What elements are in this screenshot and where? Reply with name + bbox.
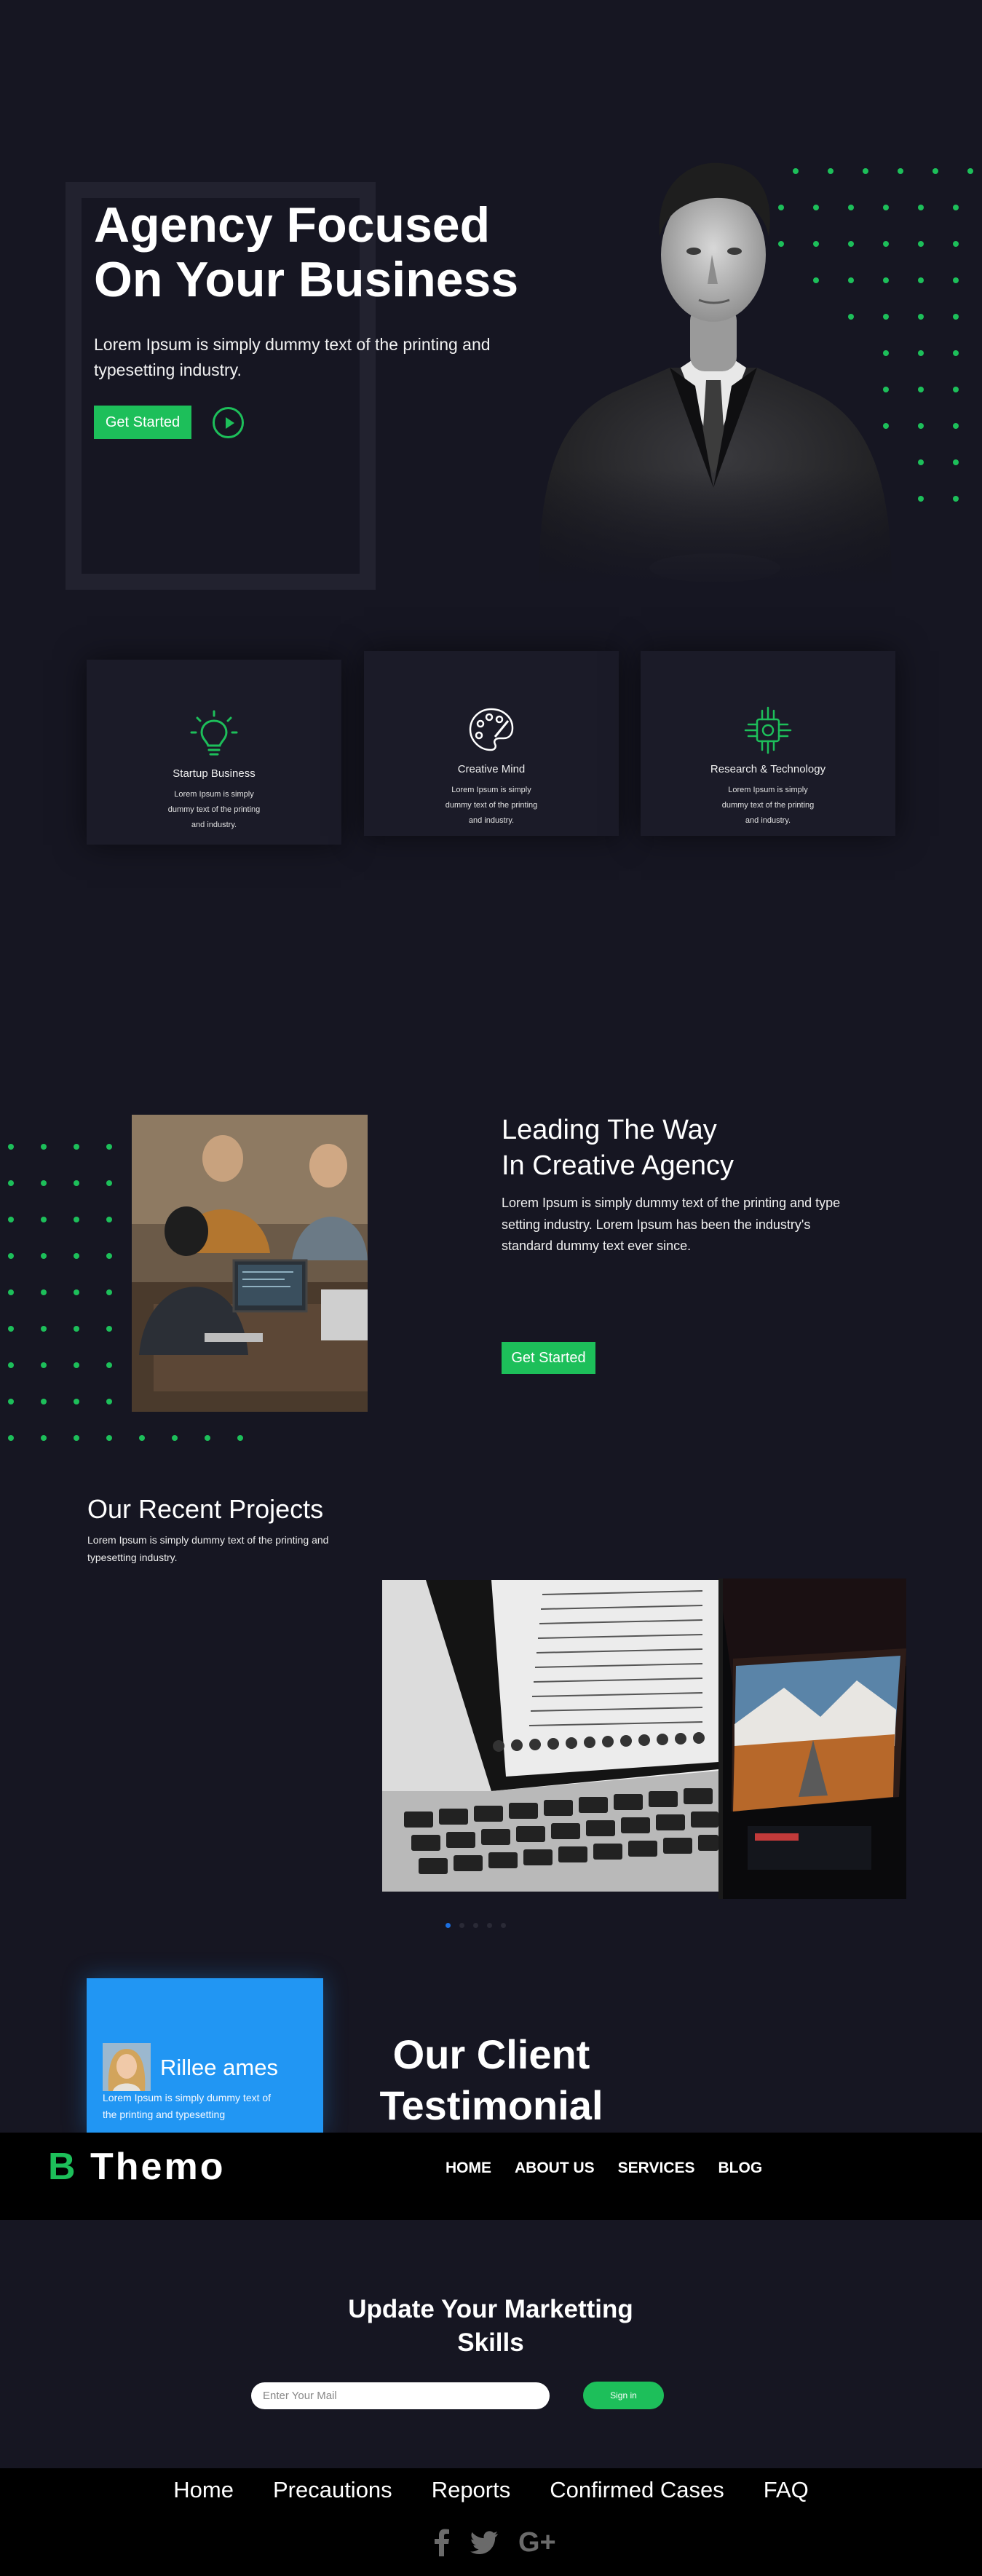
hero-dots-decoration (778, 168, 973, 502)
testimonial-text: Lorem Ipsum is simply dummy text of the … (103, 2092, 272, 2121)
carousel-dot[interactable] (459, 1923, 464, 1928)
carousel-dot[interactable] (487, 1923, 492, 1928)
footer-link-precautions[interactable]: Precautions (273, 2477, 392, 2503)
leading-text: Lorem Ipsum is simply dummy text of the … (502, 1196, 841, 1254)
lightbulb-icon (190, 710, 238, 756)
leading-title-line1: Leading The Way (502, 1115, 717, 1145)
nav-link-blog[interactable]: BLOG (718, 2160, 763, 2177)
play-button[interactable] (213, 407, 244, 438)
newsletter-title: Update Your Marketting Skills (309, 2293, 673, 2359)
nav-link-about[interactable]: ABOUT US (515, 2160, 595, 2177)
feature-card: Research & Technology Lorem Ipsum is sim… (641, 651, 895, 836)
logo[interactable]: B Themo (48, 2145, 225, 2189)
footer-link-home[interactable]: Home (173, 2477, 234, 2503)
carousel-dot[interactable] (501, 1923, 506, 1928)
google-plus-icon[interactable]: G+ (518, 2529, 556, 2556)
hero-title-line2: On Your Business (94, 251, 519, 307)
feature-card: Startup Business Lorem Ipsum is simply d… (87, 660, 341, 845)
feature-card: Creative Mind Lorem Ipsum is simply dumm… (364, 651, 619, 836)
main-nav: HOME ABOUT US SERVICES BLOG (446, 2160, 762, 2177)
leading-title: Leading The Way In Creative Agency (502, 1113, 909, 1185)
project-screens-image[interactable] (718, 1579, 906, 1899)
social-links: G+ (434, 2529, 556, 2556)
hero-text: Lorem Ipsum is simply dummy text of the … (94, 335, 491, 379)
carousel-dots (446, 1923, 506, 1928)
palette-icon (469, 708, 514, 751)
carousel-dot[interactable] (473, 1923, 478, 1928)
email-field[interactable] (251, 2382, 550, 2409)
facebook-icon[interactable] (434, 2529, 450, 2556)
carousel-dot[interactable] (446, 1923, 451, 1928)
feature-text: Lorem Ipsum is simply dummy text of the … (167, 790, 261, 829)
hero-title: Agency Focused On Your Business (94, 198, 545, 307)
projects-text: Lorem Ipsum is simply dummy text of the … (87, 1534, 329, 1563)
newsletter-title-line1: Update Your Marketting (348, 2295, 633, 2323)
testimonial-heading-line1: Our Client (392, 2031, 590, 2077)
sign-in-button[interactable]: Sign in (583, 2382, 664, 2409)
team-working-image (132, 1115, 368, 1412)
feature-title: Research & Technology (710, 763, 826, 775)
testimonial-heading: Our Client Testimonial (368, 2029, 615, 2131)
feature-text: Lorem Ipsum is simply dummy text of the … (721, 786, 815, 825)
footer-link-faq[interactable]: FAQ (764, 2477, 809, 2503)
footer-link-confirmed-cases[interactable]: Confirmed Cases (550, 2477, 724, 2503)
feature-title: Startup Business (173, 767, 256, 780)
leading-title-line2: In Creative Agency (502, 1150, 734, 1182)
get-started-button[interactable]: Get Started (94, 406, 191, 439)
twitter-icon[interactable] (470, 2531, 498, 2554)
feature-title: Creative Mind (457, 763, 526, 775)
newsletter-title-line2: Skills (457, 2328, 524, 2357)
logo-letter: B (48, 2146, 78, 2188)
testimonial-name: Rillee ames (160, 2055, 278, 2080)
chip-icon (744, 706, 792, 754)
avatar (103, 2043, 151, 2091)
footer-nav: Home Precautions Reports Confirmed Cases… (0, 2477, 982, 2503)
project-laptop-image[interactable] (382, 1580, 718, 1892)
footer-link-reports[interactable]: Reports (432, 2477, 511, 2503)
play-icon (225, 416, 234, 429)
nav-link-home[interactable]: HOME (446, 2160, 491, 2177)
logo-word: Themo (90, 2146, 226, 2188)
leading-get-started-button[interactable]: Get Started (502, 1342, 595, 1374)
hero-title-line1: Agency Focused (94, 197, 491, 253)
feature-text: Lorem Ipsum is simply dummy text of the … (445, 786, 538, 825)
testimonial-heading-line2: Testimonial (379, 2082, 603, 2128)
nav-link-services[interactable]: SERVICES (618, 2160, 695, 2177)
projects-title: Our Recent Projects (87, 1494, 324, 1524)
